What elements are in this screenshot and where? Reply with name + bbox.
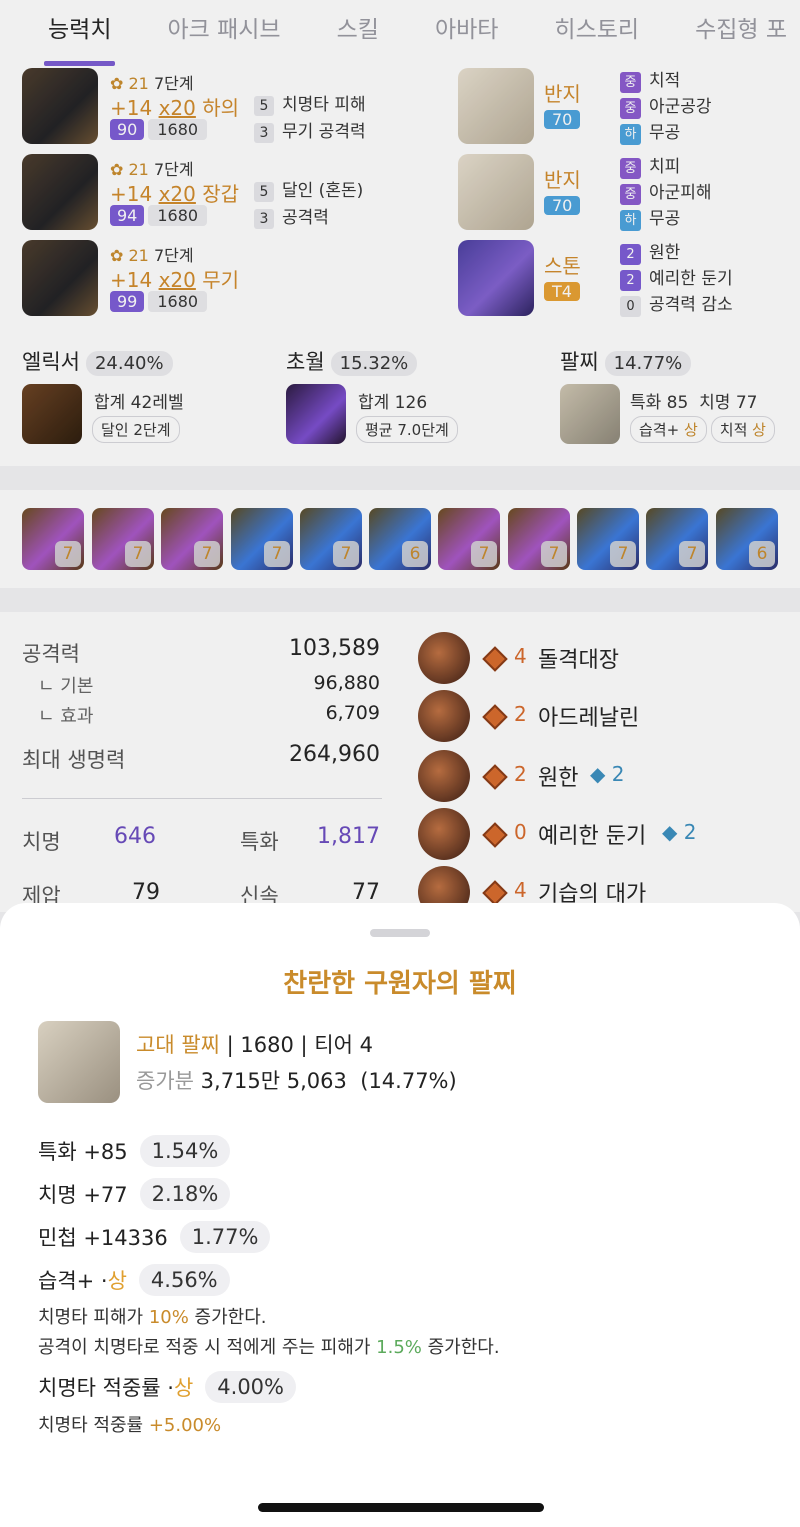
home-indicator[interactable]: [258, 1503, 544, 1512]
bracelet-detail-sheet: 찬란한 구원자의 팔찌 고대 팔찌 | 1680 | 티어 4 증가분 3,71…: [0, 903, 800, 1527]
increase-line: 증가분 3,715만 5,063 (14.77%): [136, 1069, 457, 1093]
effect-description: 치명타 적중률 +5.00%: [38, 1415, 222, 1436]
effect-line: 민첩 +14336 1.77%: [38, 1221, 271, 1253]
sheet-title: 찬란한 구원자의 팔찌: [283, 969, 517, 999]
item-grade-line: 고대 팔찌 | 1680 | 티어 4: [136, 1033, 373, 1057]
effect-line: 치명타 적중률 · 상 4.00%: [38, 1371, 296, 1403]
effect-line: 치명 +77 2.18%: [38, 1178, 231, 1210]
drag-handle[interactable]: [370, 929, 430, 937]
bracelet-icon: [38, 1021, 120, 1103]
effect-description: 치명타 피해가 10% 증가한다.: [38, 1307, 267, 1328]
effect-line: 습격+ · 상 4.56%: [38, 1264, 230, 1296]
effect-description: 공격이 치명타로 적중 시 적에게 주는 피해가 1.5% 증가한다.: [38, 1337, 500, 1358]
effect-line: 특화 +85 1.54%: [38, 1135, 231, 1167]
